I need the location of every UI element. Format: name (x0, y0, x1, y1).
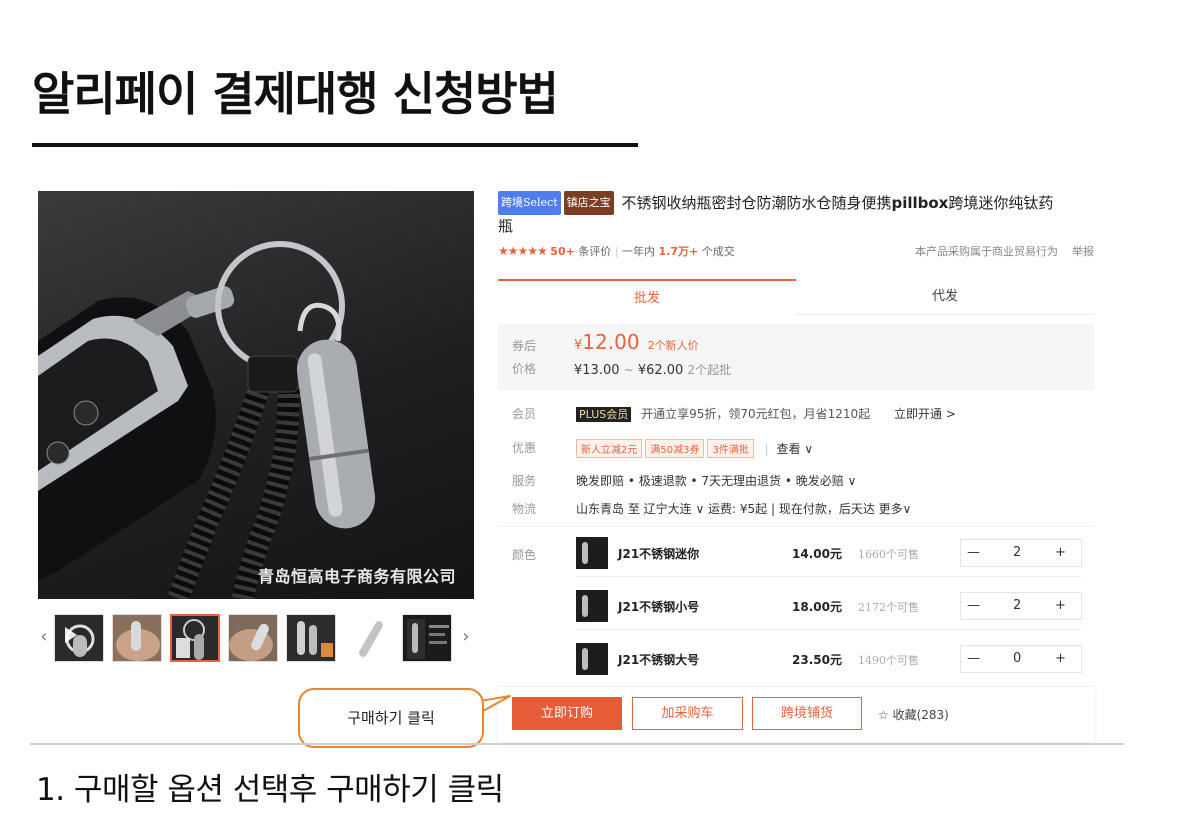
coupon-tag[interactable]: 满50减3券 (645, 439, 705, 458)
page-title: 알리페이 결제대행 신청방법 (32, 67, 559, 121)
sold-label: 个成交 (701, 245, 735, 258)
decrease-button[interactable]: — (967, 598, 980, 613)
increase-button[interactable]: + (1055, 598, 1066, 613)
select-badge: 跨境Select (498, 191, 561, 215)
sku-name: J21不锈钢迷你 (618, 547, 700, 561)
thumbnail-video[interactable] (54, 614, 104, 662)
review-count[interactable]: 50+ (550, 245, 575, 258)
thumbnail-6[interactable] (344, 614, 394, 662)
report-link[interactable]: 举报 (1072, 245, 1094, 258)
product-info-panel: 跨境Select 镇店之宝 不锈钢收纳瓶密封仓防潮防水仓随身便携pillbox跨境… (498, 191, 1094, 675)
sku-stock: 2172个可售 (858, 601, 919, 614)
member-open-link[interactable]: 立即开通 > (894, 407, 956, 421)
tab-dropship[interactable]: 代发 (796, 279, 1094, 315)
decrease-button[interactable]: — (967, 545, 980, 560)
sku-price: 23.50元 (792, 653, 842, 667)
logistics-text[interactable]: 山东青岛 至 辽宁大连 ∨ 运费: ¥5起 | 现在付款，后天达 更多∨ (576, 500, 911, 517)
sku-row: J21不锈钢大号 23.50元 1490个可售 — 0 + (576, 635, 1082, 683)
sku-name: J21不锈钢小号 (618, 600, 700, 614)
sku-row: J21不锈钢小号 18.00元 2172个可售 — 2 + (576, 582, 1082, 630)
service-text[interactable]: 晚发即赔 • 极速退款 • 7天无理由退货 • 晚发必赔 ∨ (576, 472, 856, 489)
increase-button[interactable]: + (1055, 545, 1066, 560)
add-to-cart-button[interactable]: 加采购车 (632, 697, 743, 730)
thumb-prev-arrow[interactable]: ‹ (38, 626, 50, 647)
coupon-tag[interactable]: 新人立减2元 (576, 439, 643, 458)
thumbnail-3-selected[interactable] (170, 614, 220, 662)
thumb-next-arrow[interactable]: › (460, 626, 472, 647)
promo-view-link[interactable]: 查看 ∨ (777, 442, 814, 456)
title-text-bold: pillbox (891, 194, 949, 212)
sku-stock: 1660个可售 (858, 548, 919, 561)
price-box: 券后 价格 ¥12.00 2个新人价 ¥13.00 ~ ¥62.00 2个起批 (498, 324, 1094, 390)
sku-price: 18.00元 (792, 600, 842, 614)
quantity-stepper: — 2 + (960, 539, 1082, 567)
cross-border-distribute-button[interactable]: 跨境铺货 (752, 697, 862, 730)
step-instruction: 1. 구매할 옵션 선택후 구매하기 클릭 (36, 772, 504, 808)
image-watermark: 青岛恒高电子商务有限公司 (257, 567, 456, 586)
rating-row: ★★★★★ 50+ 条评价 | 一年内 1.7万+ 个成交 本产品采购属于商业贸… (498, 244, 1094, 258)
sku-price: 14.00元 (792, 547, 842, 561)
keychain-illustration (38, 241, 376, 599)
quantity-stepper: — 0 + (960, 645, 1082, 673)
buy-now-button[interactable]: 立即订购 (512, 697, 622, 730)
thumbnail-4[interactable] (228, 614, 278, 662)
product-main-image[interactable]: 青岛恒高电子商务有限公司 (38, 191, 474, 599)
coupon-price-label: 券后 (512, 339, 537, 353)
title-underline (32, 143, 638, 147)
year-label: 一年内 (622, 245, 656, 258)
thumbnail-2[interactable] (112, 614, 162, 662)
coupon-note: 2个新人价 (647, 339, 699, 352)
min-order: 2个起批 (687, 363, 732, 377)
title-text-1: 不锈钢收纳瓶密封仓防潮防水仓随身便携 (621, 194, 892, 212)
quantity-value[interactable]: 0 (1013, 651, 1021, 666)
price-range: ¥13.00 ~ ¥62.00 2个起批 (574, 363, 732, 378)
sku-thumbnail[interactable] (576, 537, 608, 569)
product-title: 跨境Select 镇店之宝 不锈钢收纳瓶密封仓防潮防水仓随身便携pillbox跨境… (498, 191, 1058, 237)
sku-name: J21不锈钢大号 (618, 653, 700, 667)
sku-thumbnail[interactable] (576, 643, 608, 675)
member-text: 开通立享95折，领70元红包，月省1210起 (641, 407, 871, 421)
star-rating-icon: ★★★★★ (498, 244, 548, 258)
trade-note: 本产品采购属于商业贸易行为 举报 (915, 245, 1094, 258)
favorite-button[interactable]: ☆ 收藏(283) (878, 706, 949, 723)
sku-stock: 1490个可售 (858, 654, 919, 667)
purchase-tabs: 批发 代发 (498, 279, 1094, 315)
thumbnail-7[interactable] (402, 614, 452, 662)
tab-wholesale[interactable]: 批发 (498, 279, 796, 315)
increase-button[interactable]: + (1055, 651, 1066, 666)
decrease-button[interactable]: — (967, 651, 980, 666)
price-label: 价格 (512, 362, 537, 376)
review-label: 条评价 (578, 245, 612, 258)
shop-treasure-badge: 镇店之宝 (563, 191, 614, 215)
action-bar: 立即订购 加采购车 跨境铺货 ☆ 收藏(283) (498, 686, 1094, 742)
quantity-value[interactable]: 2 (1013, 598, 1021, 613)
quantity-stepper: — 2 + (960, 592, 1082, 620)
sold-count: 1.7万+ (658, 245, 699, 258)
coupon-tag[interactable]: 3件满批 (707, 439, 754, 458)
thumbnail-strip: ‹ › (38, 612, 474, 664)
bottom-divider (30, 743, 1124, 745)
quantity-value[interactable]: 2 (1013, 545, 1021, 560)
plus-member-badge: PLUS会员 (576, 407, 632, 422)
coupon-price: ¥12.00 2个新人价 (574, 330, 699, 354)
thumbnail-5[interactable] (286, 614, 336, 662)
buy-callout-label: 구매하기 클릭 (298, 688, 484, 748)
sku-thumbnail[interactable] (576, 590, 608, 622)
divider (498, 526, 1094, 527)
sku-row: J21不锈钢迷你 14.00元 1660个可售 — 2 + (576, 529, 1082, 577)
